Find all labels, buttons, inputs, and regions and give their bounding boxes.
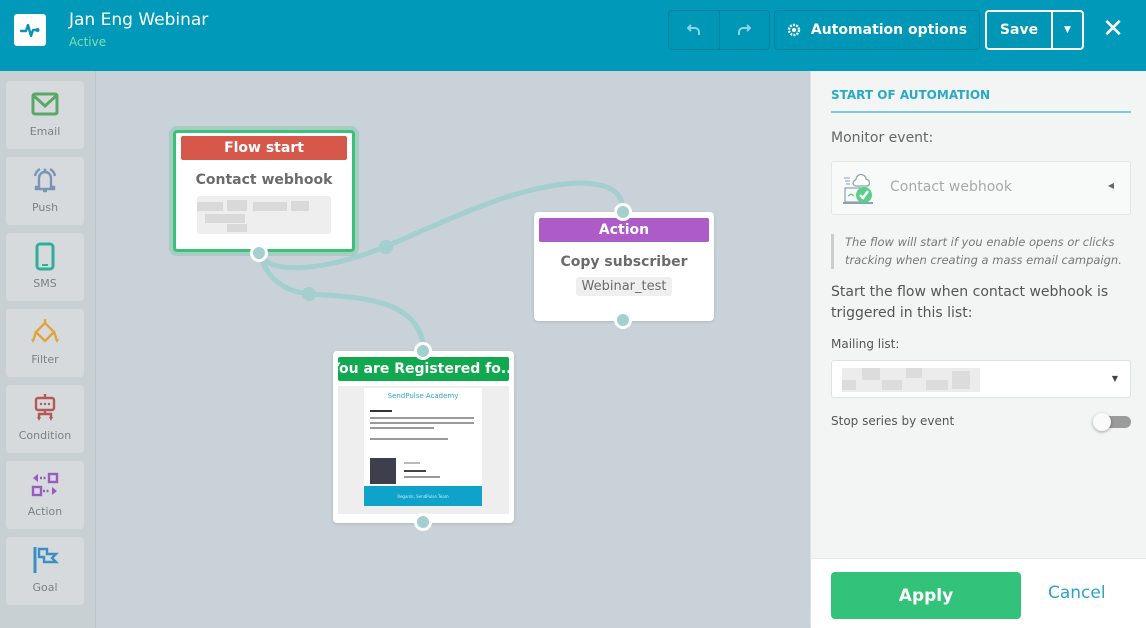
input-port[interactable] [614,203,632,221]
bell-icon [33,167,57,193]
undo-icon [686,24,700,35]
palette-item-email[interactable]: Email [6,81,84,149]
palette-label: Email [29,125,61,138]
action-node[interactable]: Action Copy subscriber Webinar_test [534,203,714,329]
email-footer-band: Regards, SendPulse Team [364,486,482,506]
save-options-dropdown[interactable]: ▼ [1053,12,1082,48]
palette-label: SMS [33,277,57,290]
stop-series-label: Stop series by event [831,414,955,428]
email-preview-body: SendPulse Academy [364,388,482,488]
node-header: Flow start [181,136,347,160]
caret-left-icon: ◀ [1107,181,1114,190]
node-header: Action [539,218,709,242]
panel-divider [831,111,1131,113]
email-brand: SendPulse Academy [387,392,459,400]
monitor-event-select[interactable]: Contact webhook ◀ [831,161,1131,215]
action-icon [31,472,59,497]
palette-label: Condition [18,429,72,442]
condition-icon [34,394,56,421]
palette-item-push[interactable]: Push [6,157,84,225]
email-node[interactable]: You are Registered fo... SendPulse Acade… [333,342,514,531]
close-icon: ✕ [1102,14,1124,44]
envelope-icon [31,92,59,116]
input-port[interactable] [414,342,432,360]
caret-down-icon: ▼ [1064,25,1071,35]
palette-item-filter[interactable]: Filter [6,309,84,377]
email-preview-thumbnail: SendPulse Academy Regards, SendPulse Tea… [338,386,509,514]
caret-down-icon: ▼ [1111,374,1118,383]
palette-item-condition[interactable]: Condition [6,385,84,453]
redo-icon [738,24,752,35]
palette-item-goal[interactable]: Goal [6,537,84,605]
palette-label: Goal [32,581,58,594]
connection-midpoint [379,240,393,254]
connection-midpoint [302,287,316,301]
cancel-button[interactable]: Cancel [1048,583,1106,603]
speaker-photo [370,458,396,484]
mailing-list-label: Mailing list: [831,337,900,351]
webhook-cloud-icon [843,173,873,204]
top-bar: Jan Eng Webinar Active Automation option… [0,0,1146,71]
info-note: The flow will start if you enable opens … [831,234,1131,269]
automation-title: Jan Eng Webinar [69,10,209,30]
node-title: Contact webhook [195,172,333,188]
gear-icon [787,23,801,37]
settings-panel: START OF AUTOMATION Monitor event: Conta… [810,71,1146,628]
app-logo[interactable] [14,14,46,46]
monitor-event-value: Contact webhook [890,179,1012,195]
palette-item-sms[interactable]: SMS [6,233,84,301]
redo-button[interactable] [718,11,769,49]
node-value: Webinar_test [575,277,673,296]
apply-button[interactable]: Apply [831,572,1021,619]
automation-options-button[interactable]: Automation options [774,10,980,50]
output-port[interactable] [250,244,268,262]
history-controls [668,10,770,50]
filter-icon [31,319,59,343]
pulse-icon [19,23,40,38]
close-button[interactable]: ✕ [1099,14,1127,44]
monitor-event-label: Monitor event: [831,130,934,146]
start-flow-description: Start the flow when contact webhook is t… [831,284,1109,321]
palette-label: Action [27,505,63,518]
panel-footer: Apply Cancel [811,558,1146,628]
stop-series-toggle[interactable] [1093,413,1131,431]
status-badge: Active [69,35,107,49]
node-header: You are Registered fo... [338,357,509,381]
node-value-redacted [197,196,331,234]
output-port[interactable] [614,311,632,329]
undo-button[interactable] [669,11,719,49]
mailing-list-value-redacted [842,368,980,392]
flag-icon [33,547,59,573]
flow-start-node[interactable]: Flow start Contact webhook [173,130,355,262]
save-button[interactable]: Save [987,12,1053,48]
palette-label: Filter [31,353,59,366]
panel-title: START OF AUTOMATION [831,88,991,102]
palette-item-action[interactable]: Action [6,461,84,529]
flow-canvas[interactable]: Flow start Contact webhook Action Copy s… [97,71,809,628]
automation-options-label: Automation options [810,22,968,38]
phone-icon [35,242,55,271]
toggle-knob [1093,413,1111,431]
output-port[interactable] [414,513,432,531]
element-palette: Email Push SMS Filter Condition Action G… [0,71,96,628]
node-title: Copy subscriber [560,254,688,270]
palette-label: Push [31,201,59,214]
mailing-list-select[interactable]: ▼ [831,360,1131,398]
save-button-group: Save ▼ [985,10,1084,50]
